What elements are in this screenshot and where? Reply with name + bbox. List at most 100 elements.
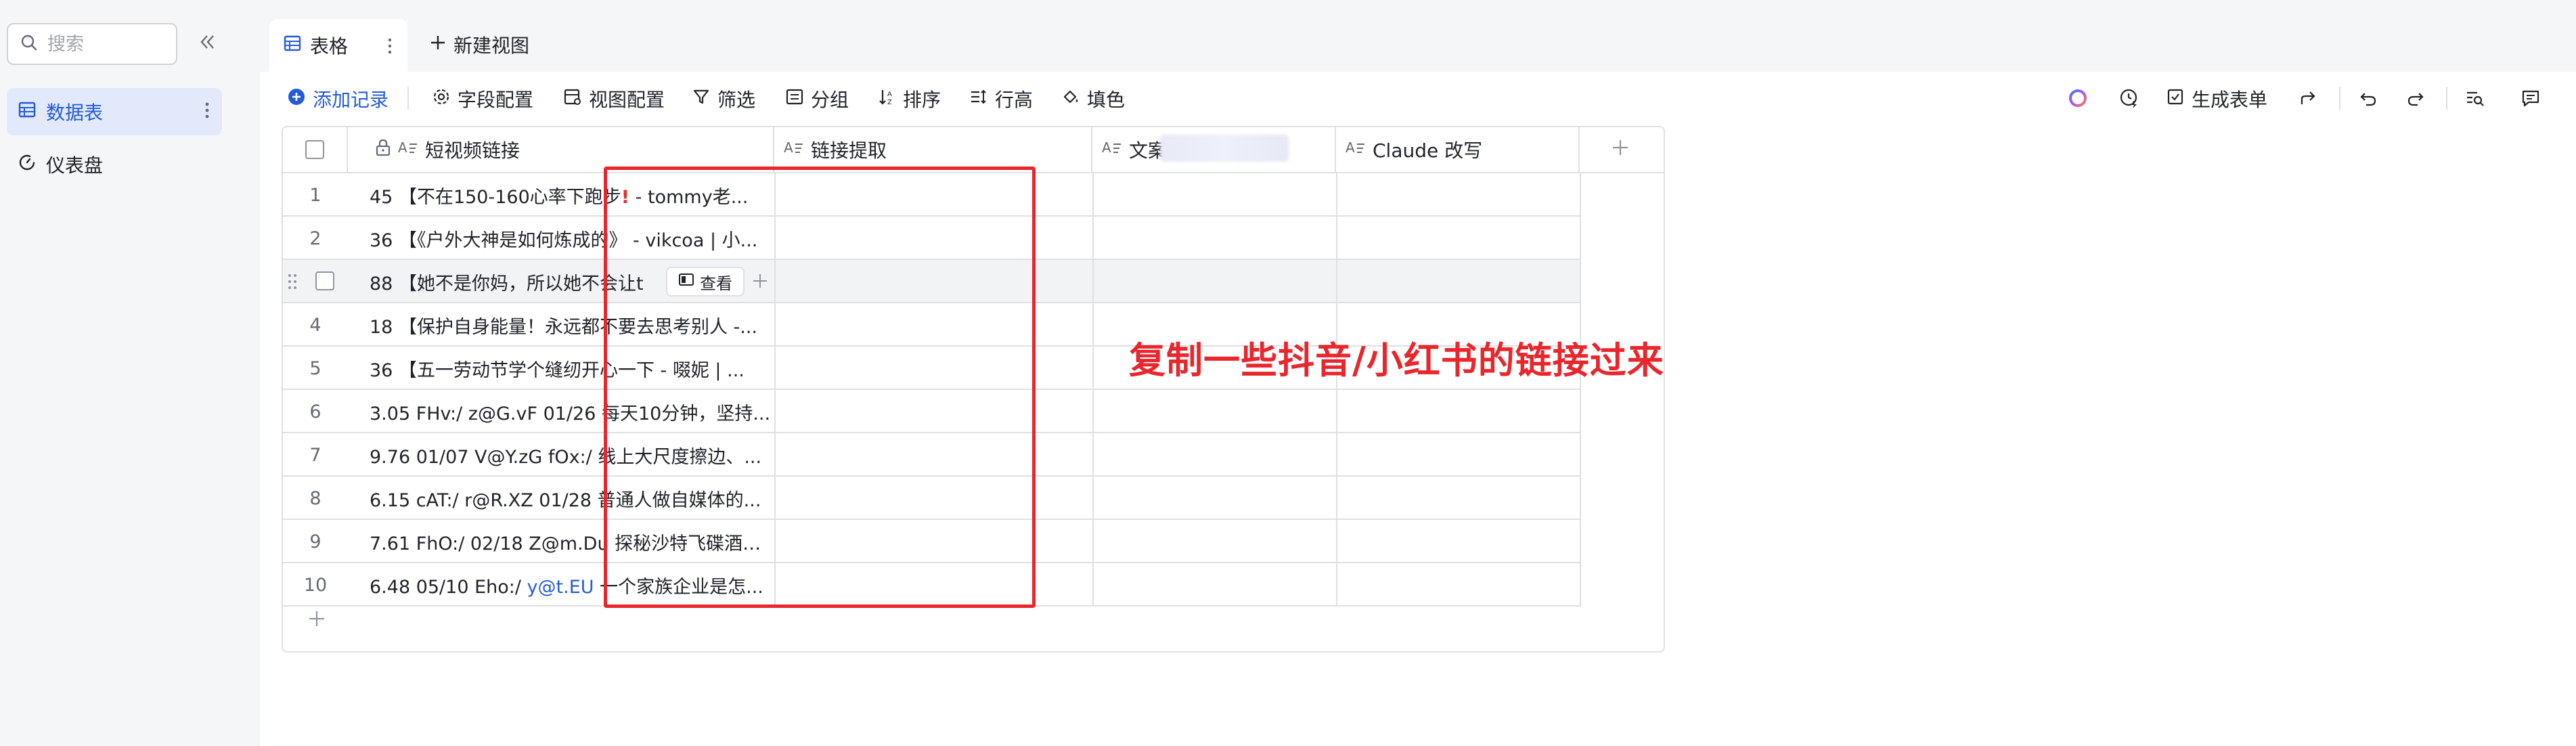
video-link-cell[interactable]: 6.15 cAT:/ r@R.XZ 01/28 普通人做自媒体的... [370, 477, 773, 520]
cell-text: 36 【《户外大神是如何炼成的》 - vikcoa | 小... [370, 229, 758, 251]
clock-bolt-icon [2118, 87, 2140, 114]
table-icon [18, 100, 37, 124]
table-row[interactable]: 10 6.48 05/10 Eho:/ y@t.EU 一个家族企业是怎... [283, 563, 1664, 607]
select-all-checkbox[interactable] [305, 140, 324, 159]
undo-button[interactable] [2358, 85, 2378, 115]
search-input[interactable] [47, 33, 169, 55]
cell-text: 7.61 FhO:/ 02/18 Z@m.Du 探秘沙特飞碟酒店... [370, 533, 773, 554]
add-record-button[interactable]: 添加记录 [287, 84, 388, 114]
video-link-cell[interactable]: 88 【她不是你妈，所以她不会让t [370, 260, 665, 303]
sidebar-item-label: 数据表 [46, 102, 104, 124]
cell-text: 6.15 cAT:/ r@R.XZ 01/28 普通人做自媒体的... [370, 489, 761, 511]
cell-text: 36 【五一劳动节学个缝纫开心一下 - 啜妮 | ... [370, 359, 745, 381]
table-row[interactable]: 6 3.05 FHv:/ z@G.vF 01/26 每天10分钟，坚持... [283, 390, 1664, 433]
share-icon [2299, 88, 2319, 113]
comments-button[interactable] [2521, 85, 2541, 115]
cell-link[interactable]: y@t.EU [527, 577, 594, 598]
more-vertical-icon[interactable] [204, 100, 210, 125]
redo-button[interactable] [2405, 85, 2426, 115]
gear-icon [432, 87, 451, 111]
ai-ring-icon [2067, 87, 2089, 114]
comment-icon [2521, 88, 2541, 113]
search-icon [20, 34, 38, 54]
text-field-icon: A [398, 139, 418, 161]
svg-text:A: A [398, 139, 407, 156]
column-header-link-extract[interactable]: A 链接提取 [774, 127, 1092, 172]
text-field-icon: A [1102, 139, 1122, 161]
view-config-label: 视图配置 [589, 89, 665, 111]
sort-icon: AZ [877, 87, 896, 111]
plus-icon[interactable] [751, 272, 769, 292]
add-row-button[interactable] [303, 607, 330, 634]
ai-assistant-button[interactable] [2067, 85, 2089, 115]
row-number: 6 [309, 401, 321, 422]
field-config-label: 字段配置 [458, 89, 534, 111]
drag-handle-icon[interactable] [287, 272, 298, 294]
fill-color-button[interactable]: 填色 [1061, 84, 1125, 114]
search-box[interactable] [7, 23, 177, 65]
generate-form-label: 生成表单 [2192, 89, 2268, 111]
cell-text: 45 【不在150-160心率下跑步 [370, 186, 621, 208]
select-all-cell [283, 127, 348, 172]
sidebar: 数据表 仪表盘 [0, 0, 238, 746]
video-link-cell[interactable]: 45 【不在150-160心率下跑步! - tommy老... [370, 173, 773, 217]
view-tabbar: 表格 新建视图 [260, 0, 2576, 72]
redacted-area [1160, 135, 1289, 162]
video-link-cell[interactable]: 9.76 01/07 V@Y.zG fOx:/ 线上大尺度擦边、... [370, 433, 773, 477]
row-height-icon [969, 87, 988, 111]
table-row[interactable]: 7 9.76 01/07 V@Y.zG fOx:/ 线上大尺度擦边、... [283, 433, 1664, 477]
form-check-icon [2166, 87, 2185, 111]
main-panel: 表格 新建视图 添加记录 字段配置 视图配置 筛选 分组 A Z 排序 行高 填… [260, 0, 2576, 746]
sidebar-item-datatable[interactable]: 数据表 [7, 88, 222, 135]
column-header-claude-rewrite[interactable]: A Claude 改写 [1336, 127, 1580, 172]
video-link-cell[interactable]: 36 【五一劳动节学个缝纫开心一下 - 啜妮 | ... [370, 347, 773, 390]
sort-button[interactable]: AZ 排序 [877, 84, 941, 114]
svg-text:A: A [784, 139, 793, 156]
generate-form-button[interactable]: 生成表单 [2166, 84, 2267, 114]
row-number: 5 [309, 357, 321, 379]
group-button[interactable]: 分组 [785, 84, 849, 114]
video-link-cell[interactable]: 36 【《户外大神是如何炼成的》 - vikcoa | 小... [370, 217, 773, 260]
column-header-label: Claude 改写 [1373, 139, 1483, 162]
row-number: 7 [309, 444, 321, 466]
sidebar-item-dashboard[interactable]: 仪表盘 [7, 141, 222, 188]
view-record-button[interactable]: 查看 [666, 267, 745, 297]
list-search-icon [2465, 88, 2485, 113]
more-vertical-icon[interactable] [387, 37, 393, 60]
field-config-button[interactable]: 字段配置 [432, 84, 533, 114]
row-number: 1 [309, 184, 321, 206]
column-header-label: 链接提取 [811, 139, 887, 162]
new-view-button[interactable]: 新建视图 [429, 30, 529, 60]
grid-table-icon [283, 34, 302, 58]
automation-button[interactable] [2118, 85, 2140, 115]
share-button[interactable] [2299, 85, 2319, 115]
cell-text: 18 【保护自身能量！永远都不要去思考别人 -... [370, 316, 758, 338]
video-link-cell[interactable]: 7.61 FhO:/ 02/18 Z@m.Du 探秘沙特飞碟酒店... [370, 520, 773, 563]
collapse-sidebar-button[interactable] [194, 30, 221, 57]
video-link-cell[interactable]: 18 【保护自身能量！永远都不要去思考别人 -... [370, 303, 773, 347]
text-field-icon: A [784, 139, 804, 161]
toolbar-divider [2446, 87, 2447, 110]
column-divider [1336, 173, 1337, 607]
table-row[interactable]: 1 45 【不在150-160心率下跑步! - tommy老... [283, 173, 1664, 217]
row-checkbox[interactable] [315, 271, 334, 290]
table-row[interactable]: 8 6.15 cAT:/ r@R.XZ 01/28 普通人做自媒体的... [283, 477, 1664, 520]
table-row[interactable]: 88 【她不是你妈，所以她不会让t 查看 [283, 260, 1664, 303]
grid-header: A 短视频链接 A 链接提取 A 文案提取 A Claude 改写 [283, 127, 1664, 173]
view-config-button[interactable]: 视图配置 [563, 84, 665, 114]
svg-text:A: A [1346, 139, 1355, 156]
video-link-cell[interactable]: 3.05 FHv:/ z@G.vF 01/26 每天10分钟，坚持... [370, 390, 773, 433]
tab-grid-view[interactable]: 表格 [269, 19, 407, 72]
column-divider [1580, 173, 1581, 607]
row-height-button[interactable]: 行高 [969, 84, 1033, 114]
search-records-button[interactable] [2465, 85, 2485, 115]
add-column-button[interactable] [1580, 127, 1661, 172]
table-row[interactable]: 2 36 【《户外大神是如何炼成的》 - vikcoa | 小... [283, 217, 1664, 260]
column-header-video-link[interactable]: A 短视频链接 [348, 127, 774, 172]
table-row[interactable]: 9 7.61 FhO:/ 02/18 Z@m.Du 探秘沙特飞碟酒店... [283, 520, 1664, 563]
video-link-cell[interactable]: 6.48 05/10 Eho:/ y@t.EU 一个家族企业是怎... [370, 563, 773, 607]
svg-text:A: A [1102, 139, 1111, 156]
filter-button[interactable]: 筛选 [692, 84, 755, 114]
fill-color-label: 填色 [1087, 89, 1126, 111]
plus-icon [429, 34, 447, 56]
